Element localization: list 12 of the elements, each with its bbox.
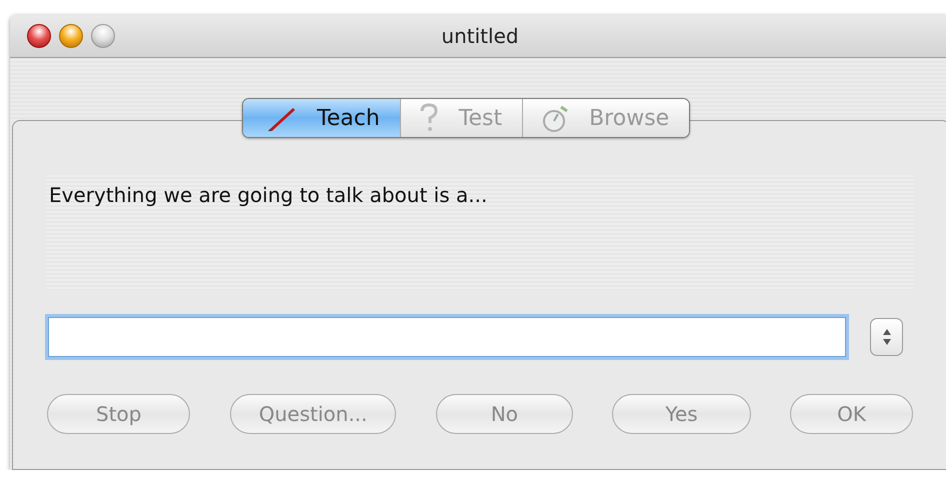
tab[interactable]: Teach xyxy=(243,99,401,137)
message-text: Everything we are going to talk about is a... xyxy=(47,175,913,290)
stopwatch-icon xyxy=(541,103,570,133)
window-title: untitled xyxy=(441,24,519,48)
pencil-icon xyxy=(267,105,297,131)
stepper[interactable] xyxy=(870,318,903,356)
close-icon[interactable] xyxy=(27,24,51,48)
minimize-icon[interactable] xyxy=(59,24,83,48)
up-down-arrows-icon xyxy=(882,328,892,346)
answer-field[interactable] xyxy=(48,317,846,357)
question-icon xyxy=(418,103,439,133)
zoom-icon[interactable] xyxy=(91,24,115,48)
